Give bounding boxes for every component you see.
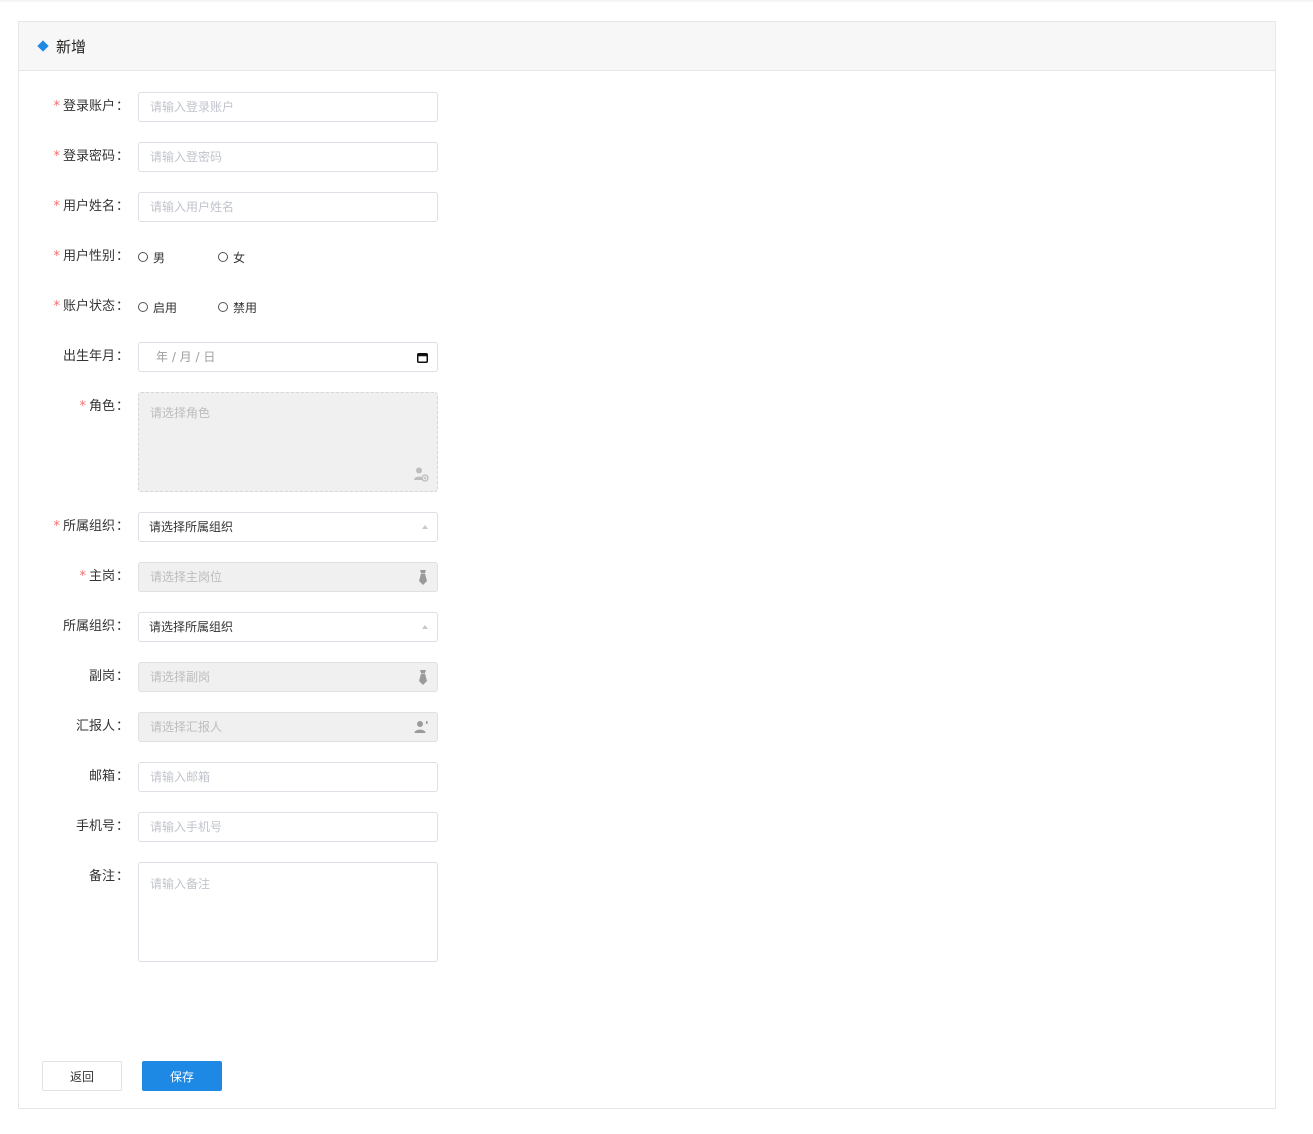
required-mark: * [53, 299, 60, 314]
label-login-account: 登录账户 [62, 99, 115, 114]
user-name-input[interactable]: 请输入用户姓名 [138, 192, 438, 222]
required-mark: * [53, 199, 60, 214]
top-shadow [0, 0, 1313, 3]
label-login-password: 登录密码 [62, 149, 115, 164]
radio-circle-icon[interactable] [218, 302, 228, 312]
label-birth-date: 出生年月 [62, 349, 115, 364]
diamond-icon [37, 40, 49, 52]
org-primary-select[interactable]: 请选择所属组织 [138, 512, 438, 542]
tie-icon[interactable] [418, 663, 428, 691]
label-sub-post: 副岗 [88, 669, 115, 684]
gender-radio-female[interactable]: 女 [218, 249, 298, 266]
label-reporter: 汇报人 [75, 719, 115, 734]
label-gender: 用户性别 [62, 249, 115, 264]
role-selector[interactable]: 请选择角色 [138, 392, 438, 492]
label-role: 角色 [88, 399, 115, 414]
main-post-input[interactable]: 请选择主岗位 [138, 562, 438, 592]
label-account-status: 账户状态 [62, 299, 115, 314]
label-email: 邮箱 [88, 769, 115, 784]
caret-up-icon[interactable] [422, 513, 428, 541]
required-mark: * [79, 569, 86, 584]
caret-up-icon[interactable] [422, 613, 428, 641]
back-button[interactable]: 返回 [42, 1061, 122, 1091]
save-button[interactable]: 保存 [142, 1061, 222, 1091]
org-secondary-select[interactable]: 请选择所属组织 [138, 612, 438, 642]
calendar-icon[interactable] [417, 343, 428, 371]
required-mark: * [53, 519, 60, 534]
radio-circle-icon[interactable] [138, 252, 148, 262]
required-mark: * [53, 99, 60, 114]
remark-textarea[interactable]: 请输入备注 [138, 862, 438, 962]
radio-circle-icon[interactable] [138, 302, 148, 312]
sub-post-input[interactable]: 请选择副岗 [138, 662, 438, 692]
tie-icon[interactable] [418, 563, 428, 591]
user-icon[interactable] [414, 713, 428, 741]
login-account-input[interactable]: 请输入登录账户 [138, 92, 438, 122]
label-org-secondary: 所属组织 [62, 619, 115, 634]
birth-date-input[interactable]: 年 / 月 / 日 [138, 342, 438, 372]
label-user-name: 用户姓名 [62, 199, 115, 214]
panel-header: 新增 [19, 22, 1275, 71]
form-panel: 新增 * 登录账户： 请输入登录账户 * 登录密码： 请输入登密码 * 用户姓名： 请… [18, 21, 1276, 1109]
login-password-input[interactable]: 请输入登密码 [138, 142, 438, 172]
phone-input[interactable]: 请输入手机号 [138, 812, 438, 842]
reporter-input[interactable]: 请选择汇报人 [138, 712, 438, 742]
required-mark: * [79, 399, 86, 414]
status-radio-enabled[interactable]: 启用 [138, 299, 218, 316]
required-mark: * [53, 149, 60, 164]
radio-circle-icon[interactable] [218, 252, 228, 262]
label-phone: 手机号 [75, 819, 115, 834]
status-radio-disabled[interactable]: 禁用 [218, 299, 298, 316]
label-main-post: 主岗 [88, 569, 115, 584]
label-remark: 备注 [88, 869, 115, 884]
required-mark: * [53, 249, 60, 264]
email-input[interactable]: 请输入邮箱 [138, 762, 438, 792]
user-add-icon[interactable] [413, 466, 429, 485]
label-org-primary: 所属组织 [62, 519, 115, 534]
gender-radio-male[interactable]: 男 [138, 249, 218, 266]
page-title: 新增 [56, 37, 87, 56]
